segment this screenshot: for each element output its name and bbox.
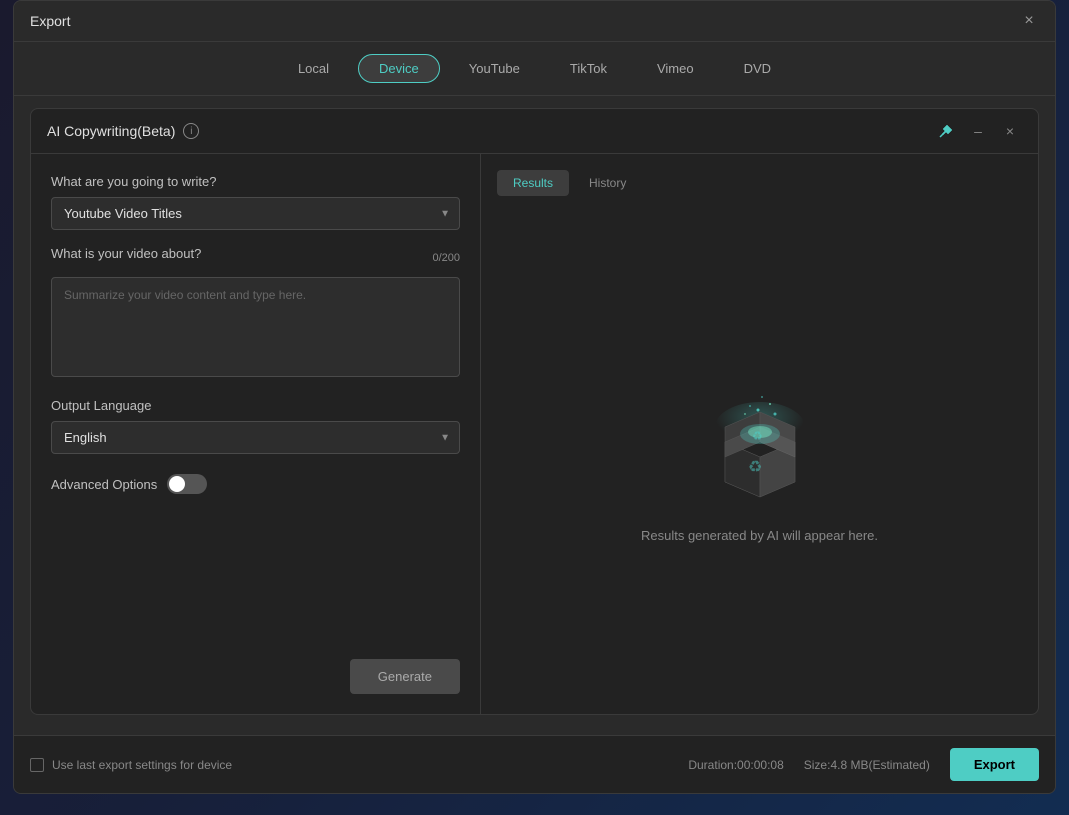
info-icon[interactable]: i [183, 123, 199, 139]
language-select-wrapper: English Spanish French German Chinese Ja… [51, 421, 460, 454]
tab-local[interactable]: Local [277, 54, 350, 83]
close-panel-button[interactable]: × [998, 119, 1022, 143]
svg-text:♻: ♻ [752, 429, 763, 443]
svg-text:♻: ♻ [748, 459, 762, 476]
output-language-label: Output Language [51, 398, 460, 413]
tab-tiktok[interactable]: TikTok [549, 54, 628, 83]
advanced-options-toggle[interactable] [167, 474, 207, 494]
ai-panel-title-row: AI Copywriting(Beta) i [47, 123, 199, 139]
minimize-button[interactable]: – [966, 119, 990, 143]
tab-youtube[interactable]: YouTube [448, 54, 541, 83]
video-about-textarea[interactable] [51, 277, 460, 377]
dialog-header: Export × [14, 1, 1055, 42]
empty-box-illustration: ♻ ♻ [690, 372, 830, 512]
textarea-header: What is your video about? 0/200 [51, 246, 460, 269]
pin-button[interactable] [934, 119, 958, 143]
ai-panel-header: AI Copywriting(Beta) i – × [31, 109, 1038, 154]
ai-copywriting-panel: AI Copywriting(Beta) i – × [30, 108, 1039, 715]
bottom-left: Use last export settings for device [30, 758, 232, 772]
content-type-field: What are you going to write? Youtube Vid… [51, 174, 460, 230]
export-dialog: Export × Local Device YouTube TikTok Vim… [13, 0, 1056, 794]
history-tab[interactable]: History [573, 170, 642, 196]
output-language-field: Output Language English Spanish French G… [51, 398, 460, 454]
bottom-bar: Use last export settings for device Dura… [14, 735, 1055, 793]
results-empty-state: ♻ ♻ Results generated by AI will appear … [497, 216, 1022, 698]
last-settings-checkbox[interactable] [30, 758, 44, 772]
video-about-label: What is your video about? [51, 246, 201, 261]
dialog-body: AI Copywriting(Beta) i – × [14, 96, 1055, 727]
video-about-field: What is your video about? 0/200 [51, 246, 460, 382]
ai-panel-title: AI Copywriting(Beta) [47, 123, 175, 139]
toggle-slider [167, 474, 207, 494]
char-count: 0/200 [432, 252, 460, 264]
tab-device[interactable]: Device [358, 54, 440, 83]
export-tab-bar: Local Device YouTube TikTok Vimeo DVD [14, 42, 1055, 96]
advanced-options-row: Advanced Options [51, 474, 460, 494]
results-tab[interactable]: Results [497, 170, 569, 196]
ai-right-panel: Results History [481, 154, 1038, 714]
duration-display: Duration:00:00:08 [688, 758, 783, 772]
dialog-title: Export [30, 13, 70, 29]
dialog-close-button[interactable]: × [1019, 11, 1039, 31]
tab-vimeo[interactable]: Vimeo [636, 54, 715, 83]
advanced-options-label: Advanced Options [51, 477, 157, 492]
results-empty-text: Results generated by AI will appear here… [641, 528, 878, 543]
size-display: Size:4.8 MB(Estimated) [804, 758, 930, 772]
content-type-select-wrapper: Youtube Video Titles YouTube Description… [51, 197, 460, 230]
last-settings-label: Use last export settings for device [52, 758, 232, 772]
bottom-right: Duration:00:00:08 Size:4.8 MB(Estimated)… [688, 748, 1039, 781]
tab-dvd[interactable]: DVD [723, 54, 792, 83]
ai-panel-content: What are you going to write? Youtube Vid… [31, 154, 1038, 714]
language-select[interactable]: English Spanish French German Chinese Ja… [51, 421, 460, 454]
content-type-select[interactable]: Youtube Video Titles YouTube Description… [51, 197, 460, 230]
generate-btn-wrapper: Generate [51, 659, 460, 694]
ai-left-form: What are you going to write? Youtube Vid… [31, 154, 481, 714]
content-type-label: What are you going to write? [51, 174, 460, 189]
generate-button[interactable]: Generate [350, 659, 460, 694]
ai-panel-actions: – × [934, 119, 1022, 143]
results-tabs: Results History [497, 170, 1022, 196]
export-button[interactable]: Export [950, 748, 1039, 781]
